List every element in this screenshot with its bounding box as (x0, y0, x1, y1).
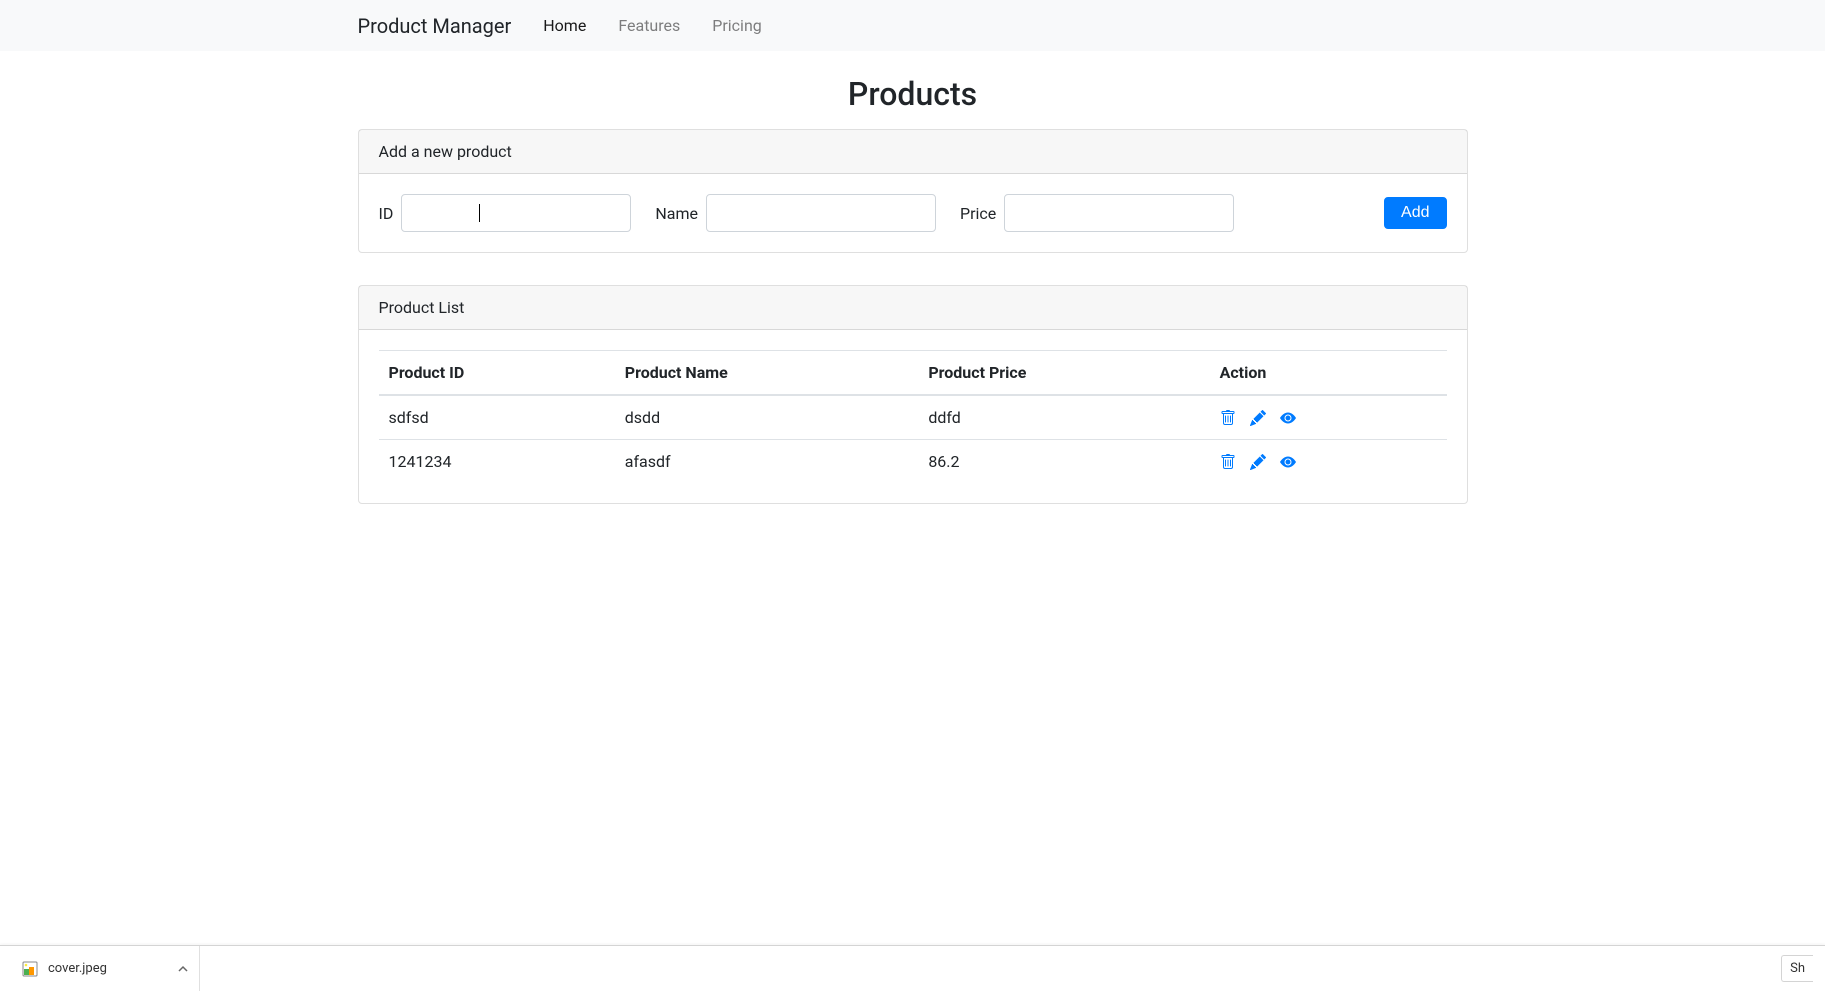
eye-icon[interactable] (1280, 454, 1296, 470)
cell-product-id: sdfsd (379, 395, 615, 440)
add-product-card-header: Add a new product (359, 130, 1467, 174)
cell-action (1210, 395, 1447, 440)
price-label: Price (960, 204, 996, 223)
id-label: ID (379, 204, 394, 223)
th-product-id: Product ID (379, 351, 615, 396)
show-all-button[interactable]: Sh (1781, 955, 1813, 982)
pencil-icon[interactable] (1250, 410, 1266, 426)
cell-product-price: 86.2 (918, 440, 1209, 484)
download-item[interactable]: cover.jpeg (12, 946, 200, 991)
cell-product-id: 1241234 (379, 440, 615, 484)
product-list-card: Product List Product ID Product Name Pro… (358, 285, 1468, 504)
cell-product-price: ddfd (918, 395, 1209, 440)
th-product-name: Product Name (615, 351, 919, 396)
name-label: Name (655, 204, 698, 223)
th-action: Action (1210, 351, 1447, 396)
table-row: 1241234 afasdf 86.2 (379, 440, 1447, 484)
download-file-name: cover.jpeg (48, 961, 107, 976)
add-product-form: ID Name Price Add (379, 194, 1447, 232)
trash-icon[interactable] (1220, 410, 1236, 426)
nav-link-pricing[interactable]: Pricing (696, 8, 778, 43)
cell-action (1210, 440, 1447, 484)
price-input[interactable] (1004, 194, 1234, 232)
cell-product-name: afasdf (615, 440, 919, 484)
add-button[interactable]: Add (1384, 197, 1446, 229)
cell-product-name: dsdd (615, 395, 919, 440)
th-product-price: Product Price (918, 351, 1209, 396)
image-file-icon (22, 961, 38, 977)
brand[interactable]: Product Manager (358, 9, 512, 43)
downloads-bar: cover.jpeg Sh (0, 945, 1825, 991)
text-cursor (479, 204, 480, 222)
product-table: Product ID Product Name Product Price Ac… (379, 350, 1447, 483)
name-input[interactable] (706, 194, 936, 232)
add-product-card: Add a new product ID Name Price (358, 129, 1468, 253)
page-title: Products (358, 75, 1468, 113)
eye-icon[interactable] (1280, 410, 1296, 426)
id-input[interactable] (401, 194, 631, 232)
table-row: sdfsd dsdd ddfd (379, 395, 1447, 440)
navbar: Product Manager Home Features Pricing (0, 0, 1825, 51)
product-list-card-header: Product List (359, 286, 1467, 330)
nav-link-features[interactable]: Features (602, 8, 696, 43)
nav-link-home[interactable]: Home (527, 8, 602, 43)
trash-icon[interactable] (1220, 454, 1236, 470)
chevron-up-icon[interactable] (177, 963, 189, 975)
pencil-icon[interactable] (1250, 454, 1266, 470)
